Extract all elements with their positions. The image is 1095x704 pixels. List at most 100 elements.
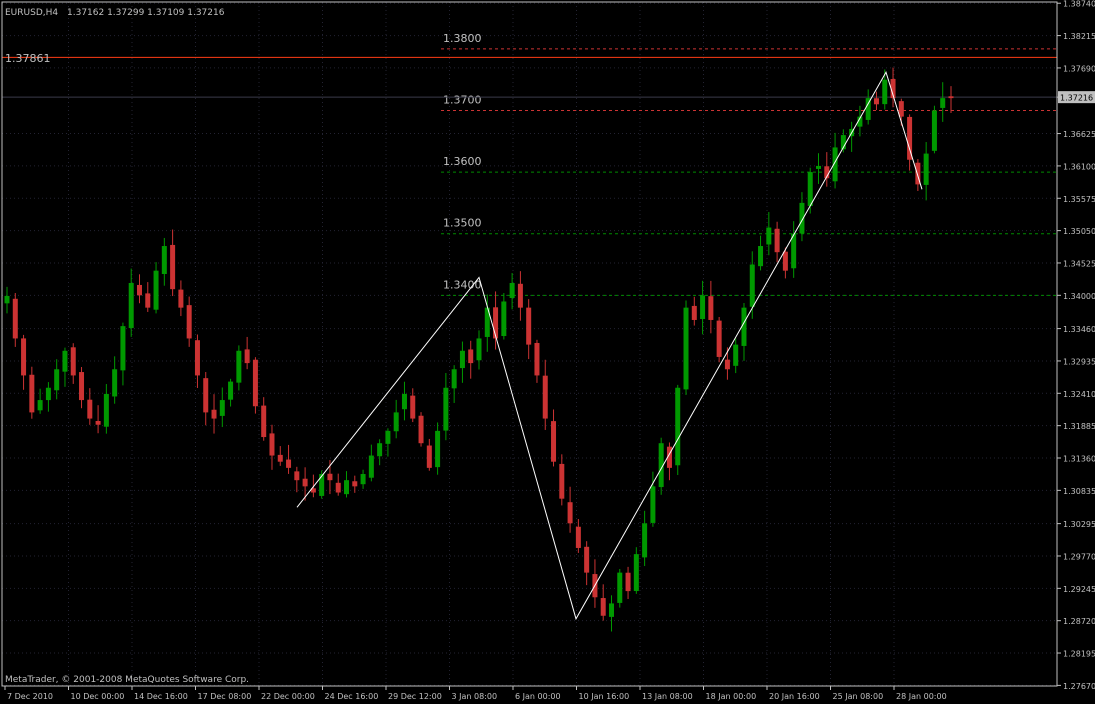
level-label: 1.3800 (443, 32, 482, 45)
x-tick-label: 20 Jan 16:00 (769, 692, 820, 701)
candles (4, 67, 954, 632)
candle-body (559, 463, 565, 499)
candle-body (327, 473, 333, 481)
y-tick-label: 1.37690 (1063, 64, 1095, 73)
candle-body (219, 400, 225, 416)
candle-body (931, 110, 937, 151)
candle-body (161, 246, 167, 275)
y-tick-label: 1.36100 (1063, 162, 1095, 171)
candle-body (567, 502, 573, 524)
candle-body (62, 350, 68, 372)
candle-body (509, 282, 515, 298)
price-axis: 1.38740 1.38215 1.37690 1.36625 1.36100 1.355… (1057, 0, 1095, 691)
x-tick-label: 18 Jan 00:00 (706, 692, 757, 701)
candle-body (700, 295, 706, 320)
candle-body (401, 393, 407, 410)
level-label: 1.3700 (443, 93, 482, 106)
x-tick-label: 17 Dec 08:00 (198, 692, 252, 701)
candle-body (261, 405, 267, 438)
candle-body (352, 481, 358, 487)
candle-body (228, 381, 234, 400)
candle-body (186, 305, 192, 339)
candle-body (898, 101, 904, 117)
candle-body (923, 153, 929, 185)
candle-body (344, 480, 350, 495)
candle-body (426, 445, 432, 468)
candle-body (774, 228, 780, 253)
candle-body (211, 409, 217, 419)
candle-body (153, 270, 159, 310)
candle-body (617, 572, 623, 603)
y-tick-label: 1.31885 (1063, 422, 1095, 431)
y-tick-label: 1.36625 (1063, 130, 1095, 139)
candle-body (37, 400, 43, 411)
candle-body (277, 454, 283, 462)
candle-body (12, 298, 18, 339)
price-levels: 1.3800 1.3700 1.3600 1.3500 1.3400 (2, 32, 1057, 296)
symbol-label: EURUSD,H4 (5, 8, 58, 18)
candle-body (29, 374, 35, 413)
price-chart[interactable]: 1.38001.37001.36001.35001.3400 1.387401.… (0, 0, 1095, 704)
candle-body (70, 347, 76, 376)
candle-body (136, 284, 142, 296)
candle-body (468, 349, 474, 364)
level-label: 1.3400 (443, 278, 482, 291)
y-tick-label: 1.28195 (1063, 650, 1095, 659)
candle-body (269, 433, 275, 456)
y-tick-label: 1.29770 (1063, 552, 1095, 561)
candle-body (807, 172, 813, 206)
y-tick-label: 1.28720 (1063, 617, 1095, 626)
candle-body (501, 301, 507, 337)
candle-body (650, 486, 656, 523)
candle-body (782, 251, 788, 271)
level-label: 1.3500 (443, 217, 482, 230)
candle-body (377, 443, 383, 457)
candle-body (443, 387, 449, 431)
x-tick-label: 10 Jan 16:00 (579, 692, 630, 701)
candle-body (112, 369, 118, 397)
candle-body (625, 572, 631, 592)
candle-body (551, 421, 557, 462)
candle-body (741, 307, 747, 346)
candle-body (716, 320, 722, 357)
candle-body (385, 430, 391, 444)
y-tick-label: 1.35050 (1063, 227, 1095, 236)
x-tick-label: 25 Jan 08:00 (833, 692, 884, 701)
x-tick-label: 10 Dec 00:00 (71, 692, 125, 701)
y-tick-label: 1.33460 (1063, 325, 1095, 334)
candle-body (54, 369, 60, 391)
candle-body (476, 338, 482, 361)
time-axis: 7 Dec 2010 10 Dec 00:00 14 Dec 16:00 17 Dec… (4, 686, 947, 701)
candle-body (882, 79, 888, 105)
candle-body (95, 420, 101, 425)
y-tick-label: 1.32935 (1063, 357, 1095, 366)
candle-body (683, 307, 689, 390)
candle-body (575, 526, 581, 548)
candle-body (120, 326, 126, 371)
candle-body (517, 283, 523, 308)
y-tick-label: 1.35575 (1063, 195, 1095, 204)
chart-window: 1.3800 1.3700 1.3600 1.3500 1.3400 1.38740 1.… (0, 0, 1095, 704)
candle-body (335, 482, 341, 493)
candle-body (526, 307, 532, 345)
candle-body (633, 554, 639, 592)
x-tick-label: 13 Jan 08:00 (642, 692, 693, 701)
candle-body (948, 96, 954, 99)
candle-body (873, 98, 879, 105)
candle-body (393, 412, 399, 432)
candle-body (733, 344, 739, 366)
candle-body (244, 349, 250, 364)
candle-body (534, 342, 540, 376)
candle-body (4, 295, 10, 304)
candle-body (87, 399, 93, 419)
candle-body (45, 387, 51, 401)
x-tick-label: 6 Jan 00:00 (515, 692, 561, 701)
y-tick-label: 1.29245 (1063, 585, 1095, 594)
candle-body (236, 350, 242, 383)
y-tick-label: 1.32410 (1063, 390, 1095, 399)
y-tick-label: 1.34000 (1063, 292, 1095, 301)
candle-body (319, 474, 325, 496)
y-tick-label: 1.30295 (1063, 520, 1095, 529)
candle-body (368, 455, 374, 478)
x-tick-label: 14 Dec 16:00 (134, 692, 188, 701)
